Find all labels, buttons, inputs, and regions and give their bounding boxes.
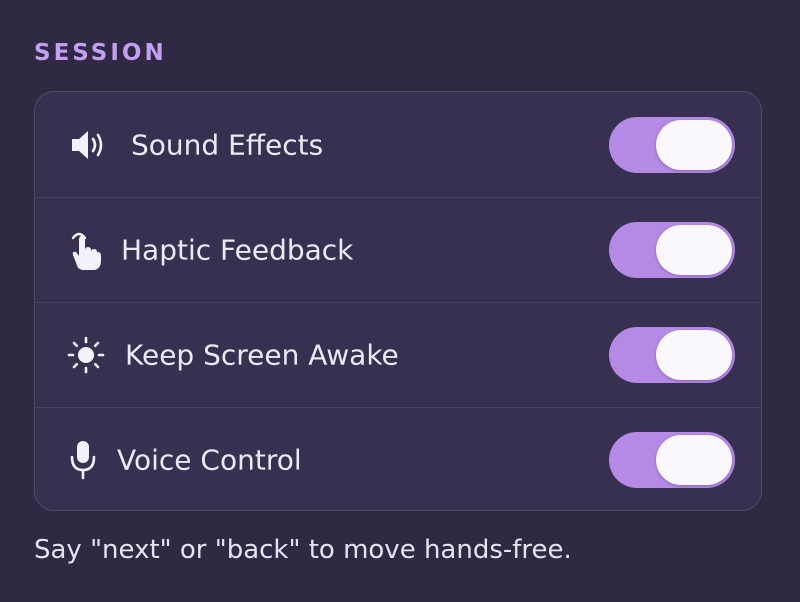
speaker-icon [69, 125, 109, 165]
section-title: SESSION [34, 40, 167, 66]
keep-screen-awake-toggle[interactable] [609, 327, 735, 383]
setting-row-sound-effects: Sound Effects [35, 92, 761, 197]
voice-control-toggle[interactable] [609, 432, 735, 488]
setting-label: Haptic Feedback [121, 233, 354, 267]
setting-row-keep-screen-awake: Keep Screen Awake [35, 302, 761, 407]
setting-label: Sound Effects [131, 128, 324, 161]
setting-label: Keep Screen Awake [125, 338, 399, 372]
setting-row-haptic-feedback: Haptic Feedback [35, 197, 761, 302]
settings-card: Sound Effects Haptic Feedback Keep Scree… [34, 91, 762, 511]
toggle-knob [656, 225, 732, 275]
sound-effects-toggle[interactable] [609, 116, 735, 173]
setting-label: Voice Control [117, 443, 302, 477]
sun-icon [67, 336, 105, 374]
voice-hint-text: Say "next" or "back" to move hands-free. [34, 535, 572, 565]
setting-row-voice-control: Voice Control [35, 407, 761, 510]
haptic-feedback-toggle[interactable] [609, 222, 735, 278]
toggle-knob [656, 119, 732, 170]
tap-hand-icon [67, 228, 103, 272]
microphone-icon [69, 439, 97, 481]
toggle-knob [656, 330, 732, 380]
toggle-knob [656, 435, 732, 485]
